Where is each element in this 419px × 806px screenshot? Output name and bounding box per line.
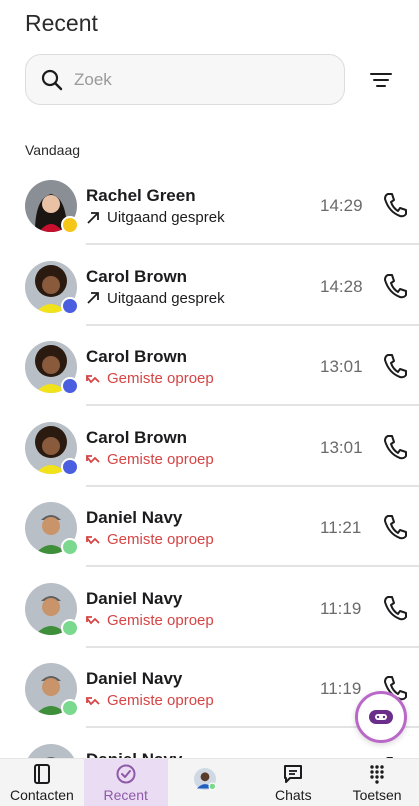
presence-status-dot xyxy=(61,377,79,395)
contact-avatar xyxy=(25,341,79,395)
outgoing-call-icon xyxy=(86,291,107,305)
keypad-icon xyxy=(370,764,384,784)
nav-profile[interactable] xyxy=(168,759,252,806)
call-type-label: Gemiste oproep xyxy=(107,611,214,629)
phone-icon[interactable] xyxy=(383,273,407,299)
missed-call-icon xyxy=(86,452,107,466)
caller-name: Daniel Navy xyxy=(86,588,183,608)
search-input[interactable] xyxy=(74,69,304,90)
phone-icon[interactable] xyxy=(383,514,407,540)
caller-name: Carol Brown xyxy=(86,347,188,366)
phone-icon[interactable] xyxy=(383,434,407,460)
row-divider xyxy=(86,243,419,245)
call-time: 11:19 xyxy=(320,598,362,618)
call-row[interactable]: Daniel Navy Gemiste oproep 11:19 xyxy=(0,659,419,740)
call-type: Gemiste oproep xyxy=(86,531,214,548)
caller-name: Carol Brown xyxy=(86,266,188,286)
recent-icon xyxy=(116,764,136,783)
phone-icon[interactable] xyxy=(383,595,407,621)
caller-name: Rachel Green xyxy=(86,186,196,205)
call-type: Uitgaand gesprek xyxy=(86,209,225,226)
call-time: 11:21 xyxy=(320,518,362,537)
presence-status-dot xyxy=(61,457,79,476)
call-type-label: Gemiste oproep xyxy=(107,531,214,548)
contact-avatar xyxy=(25,582,79,637)
missed-call-icon xyxy=(86,694,107,708)
presence-status-dot xyxy=(61,216,79,234)
call-time: 13:01 xyxy=(320,357,363,376)
call-type-label: Uitgaand gesprek xyxy=(107,209,225,226)
call-row[interactable]: Carol Brown Gemiste oproep 13:01 xyxy=(0,418,419,499)
missed-call-icon xyxy=(86,613,107,627)
search-bar[interactable] xyxy=(25,54,345,105)
call-type-label: Gemiste oproep xyxy=(107,370,214,387)
outgoing-call-icon xyxy=(86,211,107,225)
bottom-navigation: Contacten Recent Chats Toetsen xyxy=(0,758,419,806)
call-type-label: Gemiste oproep xyxy=(107,692,214,709)
call-time: 11:19 xyxy=(320,679,362,698)
call-time: 14:29 xyxy=(320,196,363,215)
filter-icon[interactable] xyxy=(370,70,392,90)
row-divider xyxy=(86,323,419,326)
caller-name: Carol Brown xyxy=(86,427,188,447)
nav-recent-label: Recent xyxy=(103,786,148,803)
presence-status-dot xyxy=(61,699,79,717)
contact-avatar xyxy=(25,260,79,315)
nav-contacts-label: Contacten xyxy=(9,786,74,803)
presence-status-dot xyxy=(61,538,79,556)
contacts-icon xyxy=(33,763,50,784)
profile-avatar xyxy=(194,767,224,798)
call-type: Gemiste oproep xyxy=(86,692,214,709)
section-label-today: Vandaag xyxy=(25,142,81,158)
call-row[interactable]: Carol Brown Gemiste oproep 13:01 xyxy=(0,337,419,418)
nav-contacts[interactable]: Contacten xyxy=(0,759,84,806)
contact-avatar xyxy=(25,180,79,234)
call-type-label: Uitgaand gesprek xyxy=(107,289,225,307)
call-type: Uitgaand gesprek xyxy=(86,290,225,307)
row-divider xyxy=(86,565,419,567)
call-row[interactable]: Carol Brown Uitgaand gesprek 14:28 xyxy=(0,257,419,338)
row-divider xyxy=(86,404,419,406)
call-row[interactable]: Daniel Navy Gemiste oproep 11:21 xyxy=(0,498,419,579)
call-time: 14:28 xyxy=(320,276,363,296)
nav-keypad[interactable]: Toetsen xyxy=(335,759,419,806)
call-time: 13:01 xyxy=(320,437,363,457)
call-row[interactable]: Daniel Navy Gemiste oproep 11:19 xyxy=(0,579,419,660)
assistant-button[interactable] xyxy=(355,691,407,743)
contact-avatar xyxy=(25,502,79,556)
chats-icon xyxy=(284,764,303,783)
call-type-label: Gemiste oproep xyxy=(107,450,214,468)
phone-icon[interactable] xyxy=(383,353,407,379)
search-icon xyxy=(41,69,63,90)
contact-avatar xyxy=(25,663,79,717)
call-type: Gemiste oproep xyxy=(86,370,214,387)
missed-call-icon xyxy=(86,372,107,386)
presence-status-dot xyxy=(61,618,79,637)
call-row[interactable]: Rachel Green Uitgaand gesprek 14:29 xyxy=(0,176,419,257)
contact-avatar xyxy=(25,421,79,476)
nav-keypad-label: Toetsen xyxy=(352,786,402,803)
call-type: Gemiste oproep xyxy=(86,451,214,468)
caller-name: Daniel Navy xyxy=(86,508,183,527)
page-title: Recent xyxy=(25,10,98,36)
caller-name: Daniel Navy xyxy=(86,669,183,688)
phone-icon[interactable] xyxy=(383,192,407,218)
nav-chats[interactable]: Chats xyxy=(251,759,335,806)
call-type: Gemiste oproep xyxy=(86,612,214,629)
nav-recent[interactable]: Recent xyxy=(83,759,168,806)
presence-status-dot xyxy=(61,296,79,315)
row-divider xyxy=(86,645,419,648)
missed-call-icon xyxy=(86,533,107,547)
nav-chats-label: Chats xyxy=(275,786,312,803)
row-divider xyxy=(86,484,419,487)
